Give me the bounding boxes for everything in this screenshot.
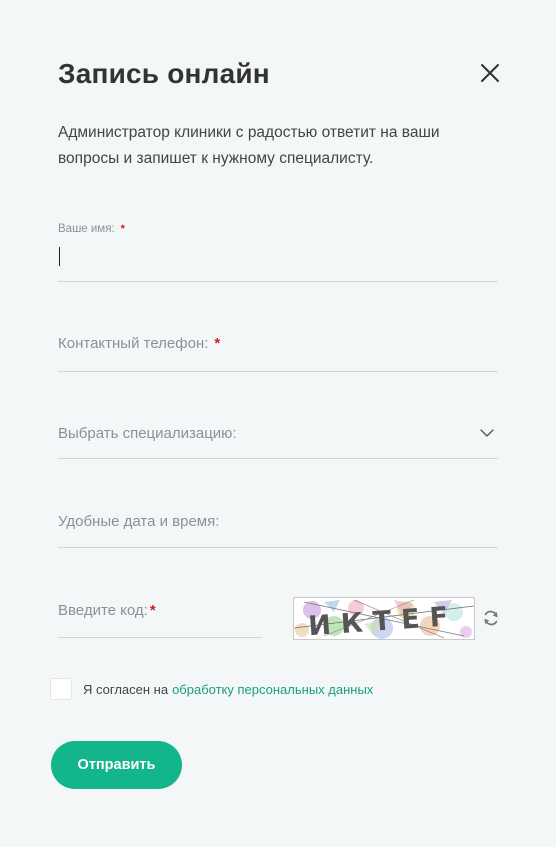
close-icon[interactable] [478,61,502,85]
submit-button[interactable]: Отправить [51,741,182,789]
phone-label: Контактный телефон: * [58,335,221,352]
phone-field[interactable]: Контактный телефон: * [58,335,498,372]
chevron-down-icon [480,429,494,437]
modal-description: Администратор клиники с радостью ответит… [58,124,440,167]
specialization-select[interactable]: Выбрать специализацию: [58,425,498,459]
captcha-image: ИКТЕF [293,597,475,640]
code-label: Введите код: * [58,602,156,619]
consent-row: Я согласен на обработку персональных данн… [50,678,373,700]
consent-text: Я согласен на обработку персональных данн… [83,681,374,697]
text-cursor [59,247,60,266]
captcha-input[interactable]: Введите код: * [58,602,262,638]
datetime-field[interactable]: Удобные дата и время: [58,513,498,548]
modal-title: Запись онлайн [58,58,270,89]
name-input[interactable] [58,244,488,270]
datetime-label: Удобные дата и время: [58,513,220,530]
specialization-label: Выбрать специализацию: [58,425,237,442]
name-label: Ваше имя: * [58,223,125,235]
appointment-modal: Запись онлайн Администратор клиники с ра… [0,0,556,847]
name-field[interactable]: Ваше имя: * [58,222,498,282]
required-mark: * [214,335,221,352]
privacy-policy-link[interactable]: обработку персональных данных [172,682,373,697]
refresh-icon[interactable] [482,609,500,627]
consent-checkbox[interactable] [50,678,72,700]
required-mark: * [149,602,156,619]
required-mark: * [120,223,125,235]
